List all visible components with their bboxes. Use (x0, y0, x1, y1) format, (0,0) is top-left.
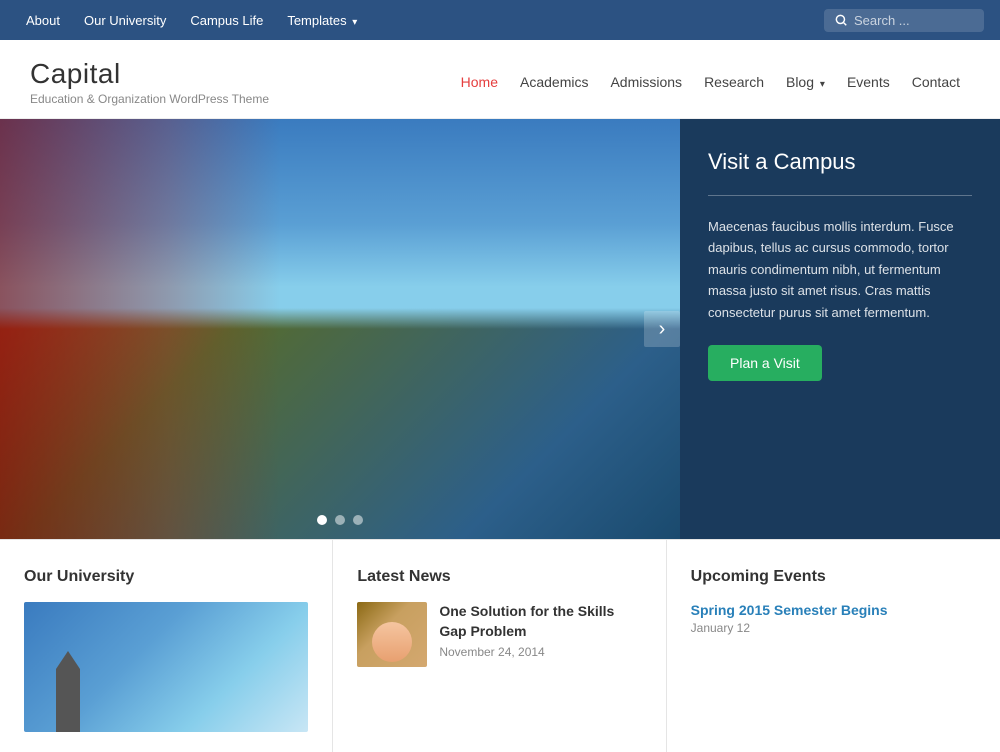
search-icon (834, 13, 848, 27)
nav-admissions[interactable]: Admissions (600, 68, 692, 96)
news-content: One Solution for the Skills Gap Problem … (439, 602, 641, 659)
news-title[interactable]: One Solution for the Skills Gap Problem (439, 602, 641, 641)
hero-image (0, 119, 680, 539)
topbar-campus-life[interactable]: Campus Life (180, 9, 273, 32)
university-heading: Our University (24, 568, 308, 586)
nav-blog[interactable]: Blog ▾ (776, 68, 835, 96)
site-branding: Capital Education & Organization WordPre… (30, 58, 269, 106)
three-col-section: Our University Latest News One Solution … (0, 539, 1000, 752)
topbar-templates[interactable]: Templates ▾ (277, 9, 367, 32)
search-input[interactable] (854, 13, 974, 28)
news-thumbnail (357, 602, 427, 667)
topbar-our-university[interactable]: Our University (74, 9, 176, 32)
hero-sidebar: Visit a Campus Maecenas faucibus mollis … (680, 119, 1000, 539)
hero-sidebar-title: Visit a Campus (708, 149, 972, 175)
nav-academics[interactable]: Academics (510, 68, 598, 96)
blog-dropdown-arrow: ▾ (820, 79, 825, 90)
nav-home[interactable]: Home (451, 68, 508, 96)
nav-research[interactable]: Research (694, 68, 774, 96)
slider-dot-3[interactable] (353, 515, 363, 525)
site-title: Capital (30, 58, 269, 90)
hero-sidebar-body: Maecenas faucibus mollis interdum. Fusce… (708, 216, 972, 323)
news-heading: Latest News (357, 568, 641, 586)
events-section: Upcoming Events Spring 2015 Semester Beg… (667, 540, 1000, 752)
site-header: Capital Education & Organization WordPre… (0, 40, 1000, 119)
event-date: January 12 (691, 621, 976, 635)
nav-events[interactable]: Events (837, 68, 900, 96)
university-section: Our University (0, 540, 333, 752)
slider-dots (317, 515, 363, 525)
plan-visit-button[interactable]: Plan a Visit (708, 345, 822, 381)
ivy-overlay (0, 119, 280, 539)
nav-contact[interactable]: Contact (902, 68, 970, 96)
site-tagline: Education & Organization WordPress Theme (30, 92, 269, 106)
slider-dot-2[interactable] (335, 515, 345, 525)
hero-slider: › Visit a Campus Maecenas faucibus molli… (0, 119, 1000, 539)
university-building-shape (44, 642, 164, 732)
templates-dropdown-arrow: ▾ (352, 17, 357, 28)
university-image (24, 602, 308, 732)
news-thumb-face (372, 622, 412, 662)
news-section: Latest News One Solution for the Skills … (333, 540, 666, 752)
top-bar: About Our University Campus Life Templat… (0, 0, 1000, 40)
main-nav: Home Academics Admissions Research Blog … (451, 68, 970, 96)
hero-sidebar-divider (708, 195, 972, 196)
slider-dot-1[interactable] (317, 515, 327, 525)
news-date: November 24, 2014 (439, 645, 641, 659)
topbar-about[interactable]: About (16, 9, 70, 32)
news-item: One Solution for the Skills Gap Problem … (357, 602, 641, 667)
slider-next-button[interactable]: › (644, 311, 680, 347)
top-bar-nav: About Our University Campus Life Templat… (16, 9, 367, 32)
search-bar (824, 9, 984, 32)
events-heading: Upcoming Events (691, 568, 976, 586)
event-title[interactable]: Spring 2015 Semester Begins (691, 602, 976, 618)
